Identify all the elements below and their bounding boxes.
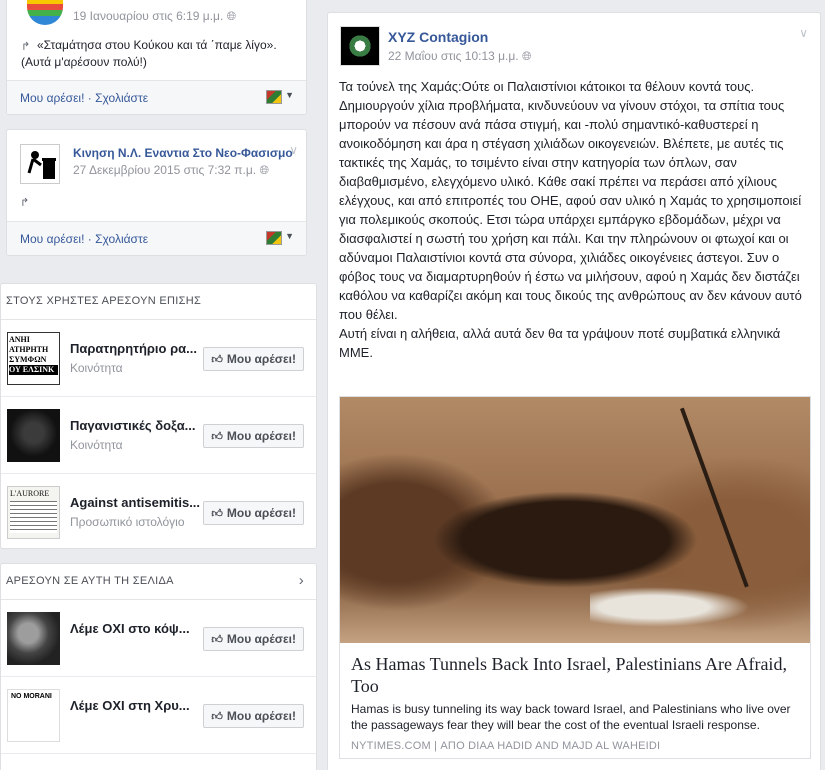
panel-header[interactable]: ΑΡΕΣΟΥΝ ΣΕ ΑΥΤΗ ΤΗ ΣΕΛΙΔΑ › xyxy=(1,564,316,600)
page-name[interactable]: Παρατηρητήριο ρα... xyxy=(70,341,202,356)
page-category: Κοινότητα xyxy=(70,438,123,452)
suggestion-row: NO MORANI Λέμε ΟΧΙ στη Χρυ... 👍︎ Μου αρέσ… xyxy=(1,677,316,754)
also-like-panel: ΣΤΟΥΣ ΧΡΗΣΤΕΣ ΑΡΕΣΟΥΝ ΕΠΙΣΗΣ ΑΝΗΙ ΑΤΗΡΗΤ… xyxy=(0,283,317,551)
thumbs-up-icon: 👍︎ xyxy=(211,508,223,520)
thumbs-up-icon: 👍︎ xyxy=(211,634,223,646)
post-date[interactable]: 27 Δεκεμβρίου 2015 στις 7:32 π.μ. 🌐︎ xyxy=(73,163,269,178)
globe-icon: 🌐︎ xyxy=(226,9,237,23)
page-name[interactable]: Λέμε ΟΧΙ στη Χρυ... xyxy=(70,698,202,713)
thumbs-up-icon: 👍︎ xyxy=(211,711,223,723)
post-date[interactable]: 22 Μαΐου στις 10:13 μ.μ. 🌐︎ xyxy=(388,49,532,64)
like-comment-links[interactable]: Μου αρέσει! · Σχολιάστε xyxy=(20,91,148,105)
like-page-button[interactable]: 👍︎ Μου αρέσει! xyxy=(203,704,304,728)
page-name[interactable]: Παγανιστικές δοξα... xyxy=(70,418,202,433)
link-preview-card[interactable]: As Hamas Tunnels Back Into Israel, Pales… xyxy=(339,396,811,759)
article-photo[interactable] xyxy=(340,397,810,643)
like-page-button[interactable]: 👍︎ Μου αρέσει! xyxy=(203,627,304,651)
share-icon: ↱ xyxy=(20,197,30,209)
globe-icon: 🌐︎ xyxy=(259,163,270,177)
page-likes-panel: ΑΡΕΣΟΥΝ ΣΕ ΑΥΤΗ ΤΗ ΣΕΛΙΔΑ › Λέμε ΟΧΙ στο… xyxy=(0,563,317,770)
thumbs-up-icon: 👍︎ xyxy=(211,431,223,443)
page-avatar[interactable] xyxy=(27,0,63,25)
suggestion-row: L'AURORE Against antisemitis... Προσωπικ… xyxy=(1,474,316,551)
page-thumbnail[interactable]: L'AURORE xyxy=(7,486,60,539)
suggestion-row: ΑΝΗΙ ΑΤΗΡΗΤΗ ΣΥΜΦΩΝ ΟΥ ΕΛΣΙΝΚ Παρατηρητή… xyxy=(1,320,316,397)
panel-header: ΣΤΟΥΣ ΧΡΗΣΤΕΣ ΑΡΕΣΟΥΝ ΕΠΙΣΗΣ xyxy=(1,284,316,320)
page-avatar[interactable] xyxy=(340,26,380,66)
page-thumbnail[interactable]: NO MORANI xyxy=(7,689,60,742)
article-description: Hamas is busy tunneling its way back tow… xyxy=(351,702,791,732)
main-post: XYZ Contagion 22 Μαΐου στις 10:13 μ.μ. 🌐… xyxy=(327,12,821,770)
page-flag-icon[interactable] xyxy=(266,231,282,245)
post-date[interactable]: 19 Ιανουαρίου στις 6:19 μ.μ. 🌐︎ xyxy=(73,9,236,24)
page-thumbnail[interactable]: ΑΝΗΙ ΑΤΗΡΗΤΗ ΣΥΜΦΩΝ ΟΥ ΕΛΣΙΝΚ xyxy=(7,332,60,385)
feed-post-2: Κινηση Ν.Λ. Εναντια Στο Νεο-Φασισμο ∨ 27… xyxy=(6,129,307,256)
like-page-button[interactable]: 👍︎ Μου αρέσει! xyxy=(203,424,304,448)
post-action-bar: Μου αρέσει! · Σχολιάστε ▼ xyxy=(7,80,306,114)
page-thumbnail[interactable] xyxy=(7,409,60,462)
chevron-down-icon[interactable]: ∨ xyxy=(289,143,298,157)
article-source: NYTIMES.COM | ΑΠΟ DIAA HADID AND MAJD AL… xyxy=(351,740,661,752)
chevron-down-icon[interactable]: ▼ xyxy=(285,90,294,100)
thumbs-up-icon: 👍︎ xyxy=(211,354,223,366)
page-category: Κοινότητα xyxy=(70,361,123,375)
like-page-button[interactable]: 👍︎ Μου αρέσει! xyxy=(203,347,304,371)
page-thumbnail[interactable] xyxy=(7,612,60,665)
post-author[interactable]: Κινηση Ν.Λ. Εναντια Στο Νεο-Φασισμο xyxy=(73,146,293,160)
trash-can-logo-icon xyxy=(21,145,59,183)
chevron-right-icon[interactable]: › xyxy=(299,572,304,589)
article-headline[interactable]: As Hamas Tunnels Back Into Israel, Pales… xyxy=(351,653,801,697)
page-flag-icon[interactable] xyxy=(266,90,282,104)
page-name[interactable]: Against antisemitis... xyxy=(70,495,202,510)
globe-icon: 🌐︎ xyxy=(521,49,532,63)
page-avatar[interactable] xyxy=(20,144,60,184)
feed-post-1: 19 Ιανουαρίου στις 6:19 μ.μ. 🌐︎ «Σταμάτη… xyxy=(6,0,307,115)
page-category: Προσωπικό ιστολόγιο xyxy=(70,515,185,529)
post-text: Τα τούνελ της Χαμάς:Ούτε οι Παλαιστίνιοι… xyxy=(339,79,802,360)
chevron-down-icon[interactable]: ∨ xyxy=(799,26,808,40)
post-author[interactable]: XYZ Contagion xyxy=(388,29,488,45)
post-action-bar: Μου αρέσει! · Σχολιάστε ▼ xyxy=(7,221,306,255)
suggestion-row: Λέμε ΟΧΙ στο κόψ... 👍︎ Μου αρέσει! xyxy=(1,600,316,677)
like-page-button[interactable]: 👍︎ Μου αρέσει! xyxy=(203,501,304,525)
like-comment-links[interactable]: Μου αρέσει! · Σχολιάστε xyxy=(20,232,148,246)
page-name[interactable]: Λέμε ΟΧΙ στο κόψ... xyxy=(70,621,202,636)
chevron-down-icon[interactable]: ▼ xyxy=(285,231,294,241)
post-text: «Σταμάτησα στου Κούκου και τά ΄παμε λίγο… xyxy=(21,38,277,69)
share-icon: ↱ xyxy=(21,41,31,53)
suggestion-row: Παγανιστικές δοξα... Κοινότητα 👍︎ Μου αρέ… xyxy=(1,397,316,474)
